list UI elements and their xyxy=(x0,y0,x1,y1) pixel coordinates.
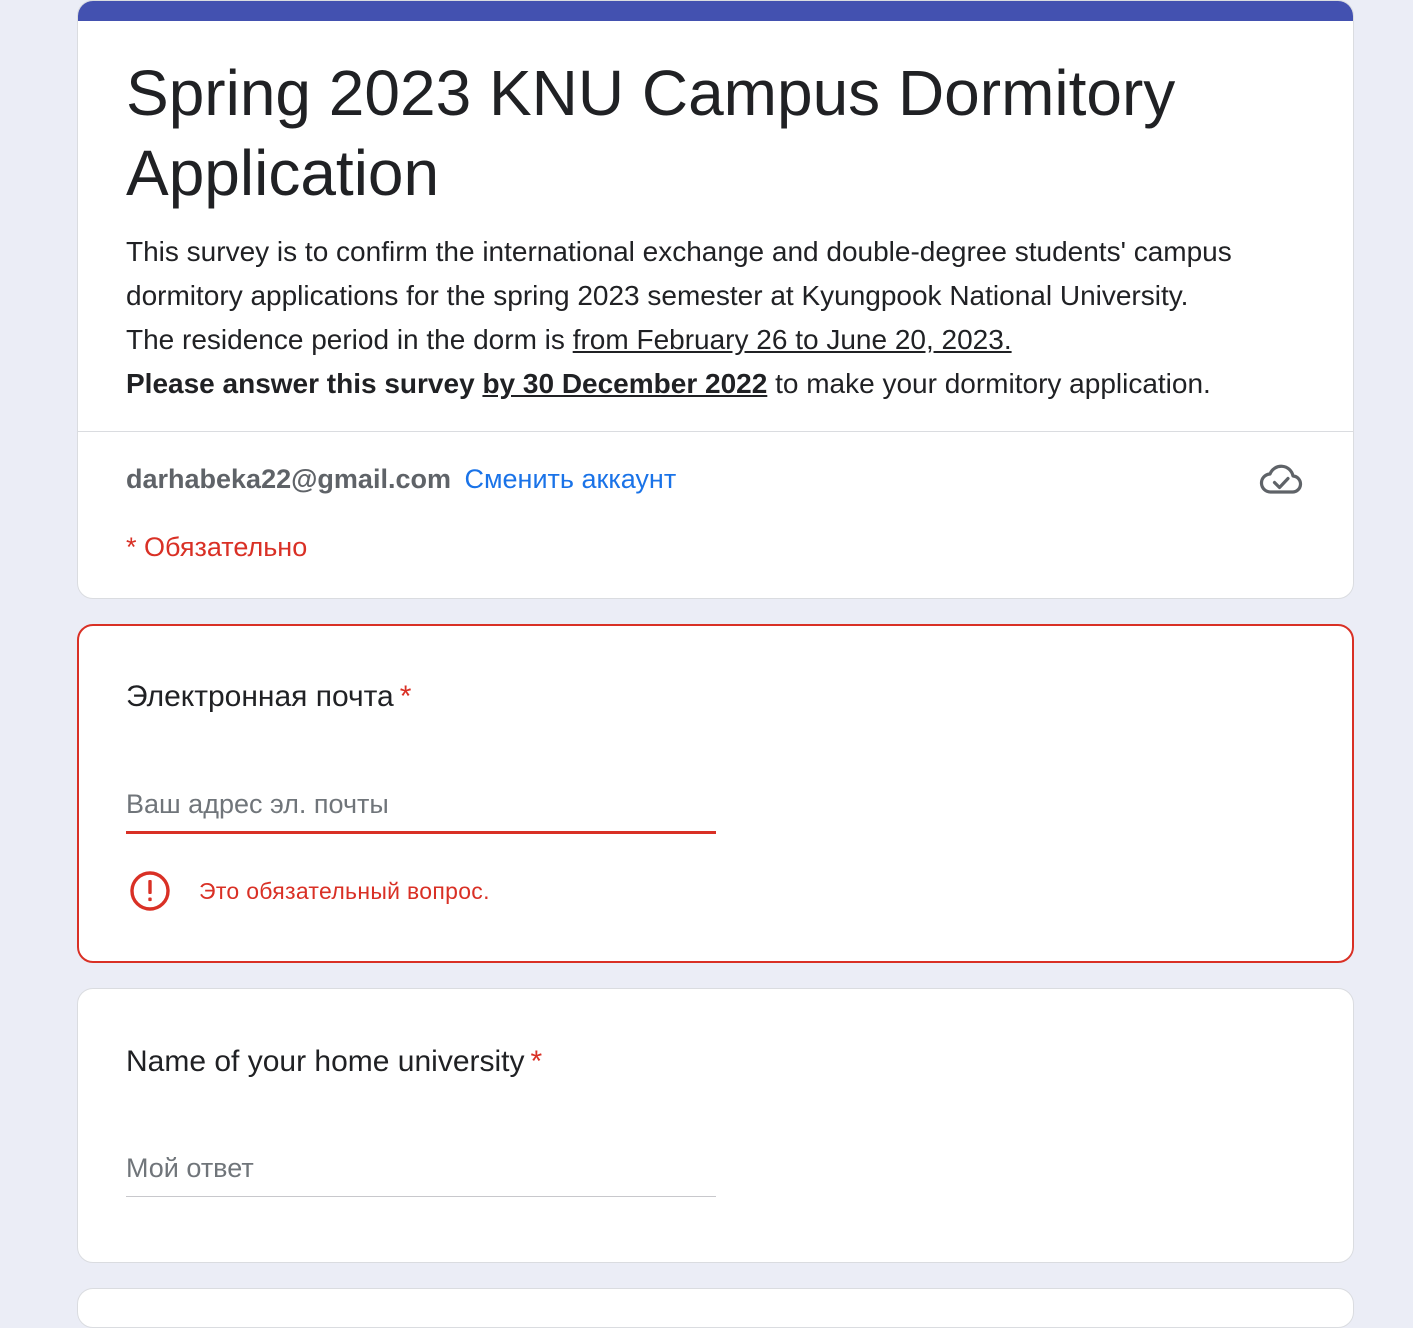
question-title-text: Электронная почта xyxy=(126,680,394,713)
account-email: darhabeka22@gmail.com xyxy=(126,464,451,494)
question-title-text: Name of your home university xyxy=(126,1045,525,1078)
email-input[interactable] xyxy=(126,788,716,834)
question-title: Электронная почта * xyxy=(126,677,411,717)
residence-prefix: The residence period in the dorm is xyxy=(126,324,573,355)
question-title: Name of your home university * xyxy=(126,1042,542,1082)
account-row: darhabeka22@gmail.com Сменить аккаунт xyxy=(126,461,676,497)
residence-period: from February 26 to June 20, 2023. xyxy=(572,324,1012,355)
header-divider xyxy=(78,431,1353,432)
next-question-card xyxy=(77,1288,1354,1328)
deadline-line: Please answer this survey by 30 December… xyxy=(126,362,1306,406)
form-title: Spring 2023 KNU Campus Dormitory Applica… xyxy=(126,57,1176,209)
home-university-input[interactable] xyxy=(126,1151,716,1197)
description-text: This survey is to confirm the internatio… xyxy=(126,236,1232,311)
error-text: Это обязательный вопрос. xyxy=(199,877,490,904)
required-note: * Обязательно xyxy=(126,532,308,562)
alert-circle-icon xyxy=(130,871,170,911)
required-asterisk: * xyxy=(530,1045,543,1078)
deadline-date: by 30 December 2022 xyxy=(482,368,768,399)
cloud-check-icon[interactable] xyxy=(1259,462,1303,498)
required-asterisk: * xyxy=(399,680,412,713)
deadline-suffix: to make your dormitory application. xyxy=(767,368,1211,399)
switch-account-link[interactable]: Сменить аккаунт xyxy=(464,464,676,494)
question-email-card: Электронная почта* Это обязательный вопр… xyxy=(77,624,1354,963)
form-header-card: Spring 2023 KNU Campus Dormitory Applica… xyxy=(77,0,1354,599)
accent-bar xyxy=(78,1,1353,21)
residence-period-line: The residence period in the dorm is from… xyxy=(126,318,1306,362)
error-message-row: Это обязательный вопрос. xyxy=(129,869,490,913)
form-description: This survey is to confirm the internatio… xyxy=(126,230,1306,406)
question-home-university-card: Name of your home university * xyxy=(77,988,1354,1263)
deadline-prefix: Please answer this survey xyxy=(126,368,483,399)
